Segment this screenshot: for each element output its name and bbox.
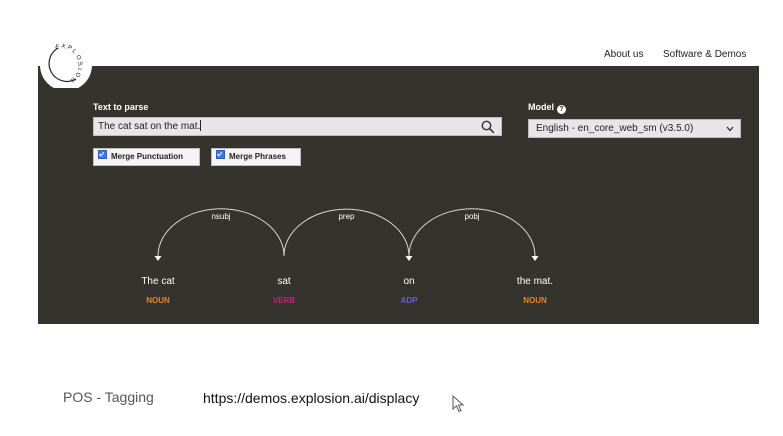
arc-label-nsubj: nsubj (211, 212, 230, 221)
arc-arrow-prep (405, 256, 413, 261)
mouse-cursor-icon (452, 395, 465, 413)
displacy-panel: Text to parse Model? The cat sat on the … (38, 66, 759, 324)
nav-link-about[interactable]: About us (604, 49, 643, 60)
nav-link-software-demos[interactable]: Software & Demos (663, 49, 746, 60)
explosion-logo[interactable]: E X P L O S I O N (40, 38, 96, 88)
token-pos-tag: ADP (401, 296, 419, 305)
arc-label-prep: prep (338, 212, 355, 221)
footer-url[interactable]: https://demos.explosion.ai/displacy (203, 390, 419, 406)
svg-text:S: S (76, 61, 83, 66)
footer-topic-label: POS - Tagging (63, 389, 154, 405)
token-word: sat (277, 276, 291, 287)
token-pos-tag: NOUN (523, 296, 547, 305)
token-pos-tag: NOUN (146, 296, 170, 305)
arc-arrow-pobj (531, 256, 539, 261)
token-pos-tag: VERB (273, 296, 295, 305)
token-word: The cat (141, 276, 175, 287)
arc-label-pobj: pobj (464, 212, 479, 221)
arc-arrow-nsubj (154, 256, 162, 261)
token-word: on (403, 276, 414, 287)
token-word: the mat. (517, 276, 553, 287)
dependency-visualization: nsubj prep pobj The cat NOUN sat VERB on ADP the … (141, 208, 553, 305)
